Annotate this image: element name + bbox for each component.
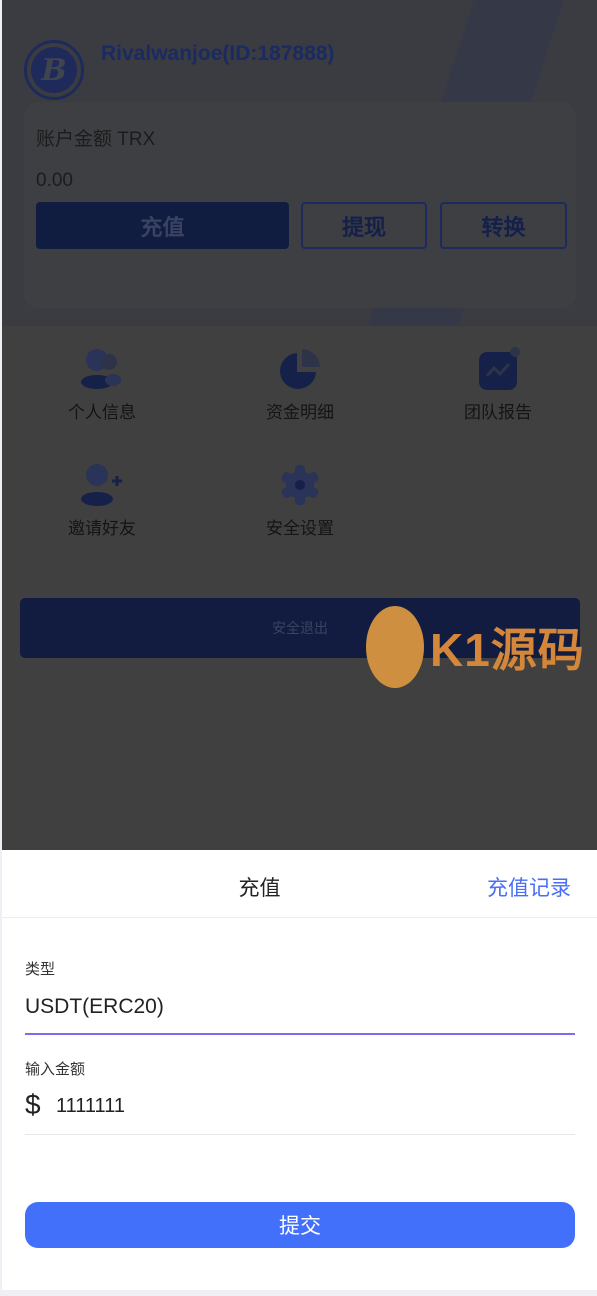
type-select[interactable]: USDT(ERC20)	[25, 995, 164, 1019]
submit-button[interactable]: 提交	[25, 1202, 575, 1248]
recharge-button[interactable]: 充值	[36, 202, 289, 249]
balance-card: 账户金额 TRX 0.00 充值 提现 转换	[24, 102, 576, 308]
profile-header: B Rivalwanjoe(ID:187888) 账户金额 TRX 0.00 充…	[2, 0, 597, 326]
convert-button[interactable]: 转换	[440, 202, 567, 249]
bitcoin-icon: B	[31, 47, 77, 93]
trend-chart-icon	[398, 346, 597, 392]
currency-symbol: $	[25, 1089, 41, 1120]
menu-label: 个人信息	[68, 403, 136, 422]
menu-item-security[interactable]: 安全设置	[200, 462, 400, 539]
menu-label: 团队报告	[464, 403, 532, 422]
user-group-icon	[2, 346, 202, 392]
user-add-icon	[2, 462, 202, 508]
amount-label: 输入金额	[25, 1061, 86, 1078]
menu-item-team-report[interactable]: 团队报告	[398, 346, 597, 423]
watermark-text: K1源码	[430, 624, 585, 676]
type-underline	[25, 1033, 575, 1035]
recharge-history-link[interactable]: 充值记录	[487, 872, 571, 902]
menu-item-profile[interactable]: 个人信息	[2, 346, 202, 423]
menu-item-invite[interactable]: 邀请好友	[2, 462, 202, 539]
gear-icon	[200, 462, 400, 508]
recharge-sheet: 充值 充值记录 类型 USDT(ERC20) 输入金额 $ 1111111 提交	[2, 850, 597, 1290]
pie-chart-icon	[200, 346, 400, 392]
sheet-header: 充值 充值记录	[2, 850, 597, 918]
avatar: B	[24, 40, 84, 100]
watermark-logo: K1源码	[366, 606, 585, 688]
amount-input[interactable]: 1111111	[56, 1095, 125, 1118]
account-page-dimmed-by-modal-backdrop[interactable]: B Rivalwanjoe(ID:187888) 账户金额 TRX 0.00 充…	[2, 0, 597, 850]
balance-label: 账户金额 TRX	[36, 129, 156, 150]
menu-label: 资金明细	[266, 403, 334, 422]
menu-label: 安全设置	[266, 519, 334, 538]
menu-item-funds[interactable]: 资金明细	[200, 346, 400, 423]
amount-underline	[25, 1134, 575, 1135]
username: Rivalwanjoe(ID:187888)	[101, 42, 335, 65]
balance-amount: 0.00	[36, 170, 73, 191]
withdraw-button[interactable]: 提现	[301, 202, 427, 249]
watermark-emblem	[366, 606, 424, 688]
menu-label: 邀请好友	[68, 519, 136, 538]
type-label: 类型	[25, 961, 56, 978]
